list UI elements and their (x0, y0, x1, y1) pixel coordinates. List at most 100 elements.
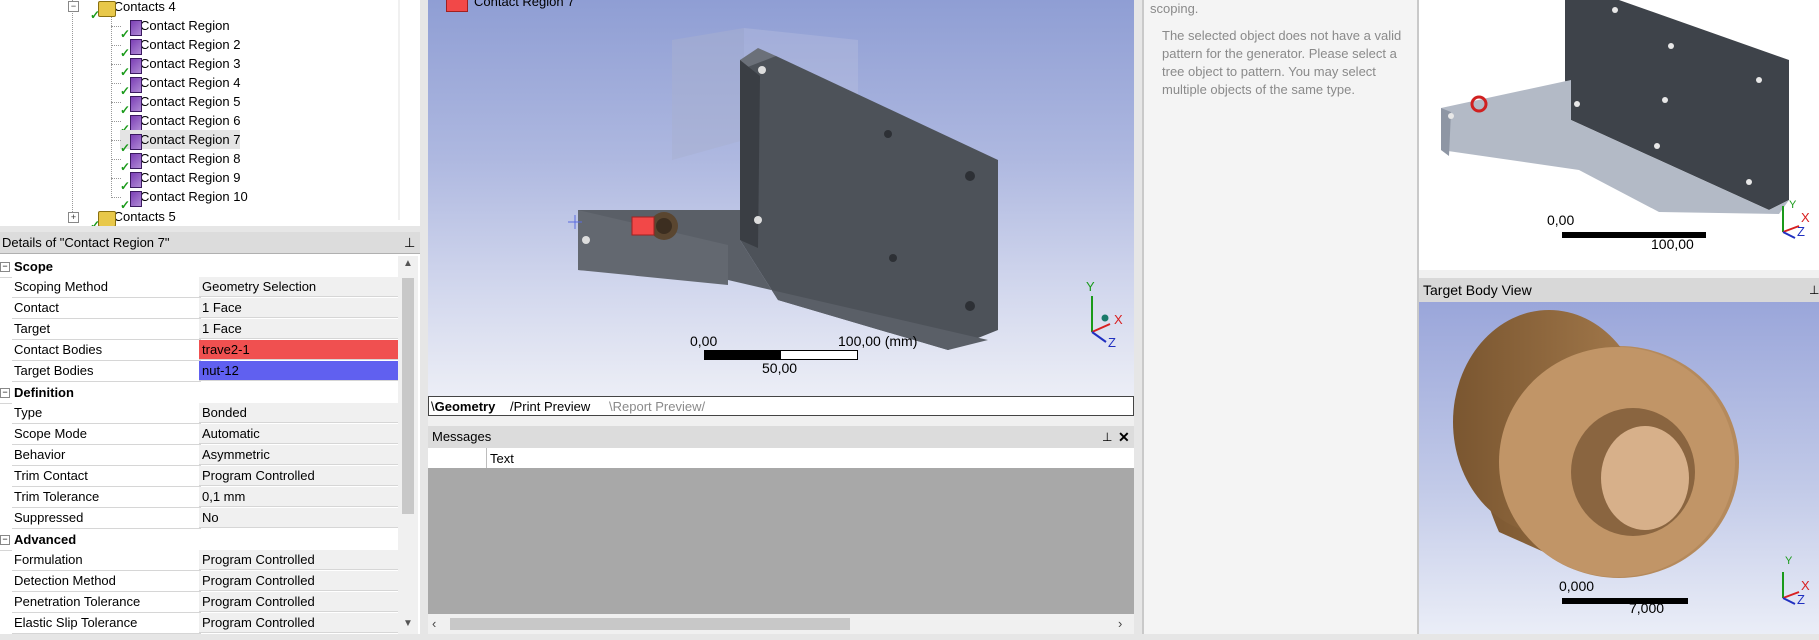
property-row[interactable]: Scope Mode Automatic (0, 424, 398, 445)
scroll-down-arrow-icon[interactable]: ▼ (398, 204, 400, 215)
scroll-left-arrow-icon[interactable]: ‹ (432, 616, 436, 631)
property-row[interactable]: Contact Bodies trave2-1 (0, 340, 398, 361)
contact-region-icon: ✓ (120, 95, 142, 117)
target-body-view-header: Target Body View ⊥ (1419, 278, 1819, 302)
tree-item-contact-region[interactable]: ✓ Contact Region 2 (120, 35, 241, 60)
property-value[interactable]: Program Controlled (199, 571, 398, 591)
tab-label: Print Preview (513, 399, 591, 414)
property-row[interactable]: Formulation Program Controlled (0, 550, 398, 571)
property-value[interactable]: Program Controlled (199, 592, 398, 612)
tree-item-contact-region[interactable]: ✓ Contact Region 7 (120, 130, 241, 155)
property-value[interactable]: Program Controlled (199, 550, 398, 570)
scroll-up-arrow-icon[interactable]: ▲ (398, 0, 400, 11)
scroll-up-arrow-icon[interactable]: ▲ (400, 258, 416, 269)
section-label: Advanced (14, 532, 77, 547)
property-name: Trim Contact (12, 466, 201, 487)
axis-z-label: Z (1108, 335, 1116, 350)
splitter-tree-details[interactable] (0, 226, 420, 232)
contact-region-icon: ✓ (120, 152, 142, 174)
property-row[interactable]: Scoping Method Geometry Selection (0, 277, 398, 298)
tab-report-preview[interactable]: \Report Preview/ (609, 398, 705, 415)
geometry-viewport[interactable]: Contact Region 7 0,00 100,00 (mm) 50,00 (428, 0, 1134, 396)
messages-list (428, 468, 1134, 614)
splitter-right[interactable] (1417, 0, 1419, 640)
property-value[interactable]: trave2-1 (199, 340, 398, 360)
tree-item-contact-region[interactable]: ✓ Contact Region 6 (120, 111, 240, 136)
property-value[interactable]: 1 Face (199, 319, 398, 339)
property-row[interactable]: Type Bonded (0, 403, 398, 424)
property-row[interactable]: Suppressed No (0, 508, 398, 529)
column-header-text[interactable]: Text (490, 451, 514, 466)
details-scrollbar[interactable]: ▲ ▼ (398, 256, 418, 634)
property-value[interactable]: Program Controlled (199, 613, 398, 633)
property-value[interactable]: 0,1 mm (199, 487, 398, 507)
property-row[interactable]: Trim Tolerance 0,1 mm (0, 487, 398, 508)
close-icon[interactable]: ✕ (1118, 426, 1130, 448)
axis-y-label: Y (1789, 199, 1797, 211)
splitter-preview[interactable] (1419, 270, 1819, 278)
pin-icon[interactable]: ⊥ (1809, 278, 1819, 302)
tree-item-contact-region[interactable]: ✓ Contact Region (120, 16, 230, 41)
property-row[interactable]: Elastic Slip Tolerance Program Controlled (0, 613, 398, 634)
tree-item-contact-region[interactable]: ✓ Contact Region 3 (120, 54, 240, 79)
collapse-icon[interactable]: − (0, 262, 10, 272)
property-value[interactable]: Bonded (199, 403, 398, 423)
tree-item-contact-region[interactable]: ✓ Contact Region 10 (120, 187, 248, 212)
tree-item-label: Contact Region 8 (140, 151, 241, 166)
contact-body-preview[interactable]: 0,00 100,00 Y X Z (1419, 0, 1819, 270)
tree-item-label: Contact Region 10 (140, 189, 248, 204)
bracket-model (568, 28, 998, 350)
contact-region-icon: ✓ (120, 171, 142, 193)
tree-scrollbar[interactable]: ▲ ▼ (398, 0, 400, 220)
property-value[interactable]: nut-12 (199, 361, 398, 381)
axis-z-label: Z (1797, 224, 1805, 239)
section-scope[interactable]: − Scope (0, 256, 398, 278)
property-value[interactable]: Geometry Selection (199, 277, 398, 297)
property-value[interactable]: Automatic (199, 424, 398, 444)
axis-triad-icon[interactable]: Y X Z (1058, 280, 1128, 350)
collapse-icon[interactable]: − (0, 535, 10, 545)
property-value[interactable]: Asymmetric (199, 445, 398, 465)
tab-print-preview[interactable]: /Print Preview (510, 398, 590, 415)
tree-item-label: Contact Region 2 (140, 37, 241, 52)
collapse-toggle[interactable]: − (68, 1, 79, 12)
property-value[interactable]: Program Controlled (199, 466, 398, 486)
property-row[interactable]: Penetration Tolerance Program Controlled (0, 592, 398, 613)
collapse-icon[interactable]: − (0, 388, 10, 398)
tab-geometry[interactable]: \Geometry (431, 398, 495, 415)
property-value[interactable]: No (199, 508, 398, 528)
property-name: Trim Tolerance (12, 487, 201, 508)
tree-item-label: Contact Region 4 (140, 75, 241, 90)
section-definition[interactable]: − Definition (0, 382, 398, 404)
tree-item-contact-region[interactable]: ✓ Contact Region 8 (120, 149, 241, 174)
scroll-right-arrow-icon[interactable]: › (1118, 616, 1122, 631)
splitter-left[interactable] (420, 0, 428, 640)
column-header-blank[interactable] (428, 448, 487, 468)
tree-item-contact-region[interactable]: ✓ Contact Region 4 (120, 73, 241, 98)
tree-item-contacts-5[interactable]: ✓ Contacts 5 (90, 207, 176, 226)
tree-item-label: Contact Region (140, 18, 230, 33)
section-advanced[interactable]: − Advanced (0, 529, 398, 551)
tree-guide-line (111, 10, 112, 198)
messages-hscrollbar[interactable]: ‹ › (428, 614, 1134, 634)
tree-item-contact-region[interactable]: ✓ Contact Region 9 (120, 168, 240, 193)
messages-hscroll-thumb[interactable] (450, 618, 850, 630)
scroll-down-arrow-icon[interactable]: ▼ (400, 618, 416, 629)
pin-icon[interactable]: ⊥ (404, 232, 415, 254)
splitter-view-messages[interactable] (428, 416, 1134, 426)
details-scroll-thumb[interactable] (402, 278, 414, 514)
contact-region-icon: ✓ (120, 76, 142, 98)
property-value[interactable]: 1 Face (199, 298, 398, 318)
splitter-center[interactable] (1134, 0, 1142, 640)
tree-item-contacts-4[interactable]: ✓ Contacts 4 (90, 0, 176, 22)
pin-icon[interactable]: ⊥ (1102, 426, 1112, 448)
property-row[interactable]: Behavior Asymmetric (0, 445, 398, 466)
property-row[interactable]: Trim Contact Program Controlled (0, 466, 398, 487)
tree-item-contact-region[interactable]: ✓ Contact Region 5 (120, 92, 240, 117)
property-row[interactable]: Target 1 Face (0, 319, 398, 340)
target-body-preview[interactable]: 0,000 7,000 Y X Z (1419, 302, 1819, 640)
property-row[interactable]: Detection Method Program Controlled (0, 571, 398, 592)
property-row[interactable]: Contact 1 Face (0, 298, 398, 319)
expand-toggle[interactable]: + (68, 212, 79, 223)
property-row[interactable]: Target Bodies nut-12 (0, 361, 398, 382)
